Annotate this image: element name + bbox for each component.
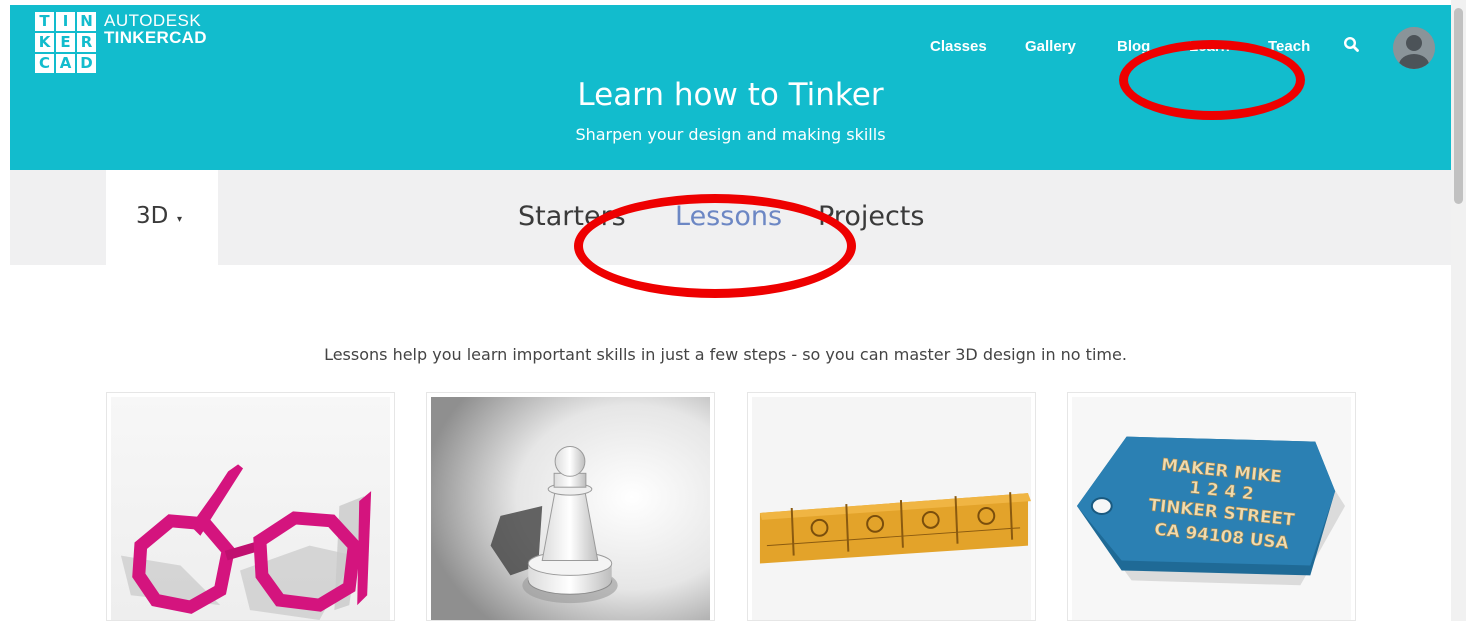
tinkercad-logo[interactable]: T I N K E R C A D AUTODESK TINKERCAD (35, 12, 207, 73)
logo-letter: C (35, 54, 54, 73)
lesson-thumbnail-glasses (111, 397, 390, 620)
lesson-thumbnail-nametag: MAKER MIKE 1 2 4 2 TINKER STREET CA 9410… (1072, 397, 1351, 620)
logo-letter: T (35, 12, 54, 31)
site-header: T I N K E R C A D AUTODESK TINKERCAD Cla… (10, 5, 1451, 170)
page-subtitle: Sharpen your design and making skills (575, 125, 886, 144)
page-scrollbar[interactable] (1451, 0, 1466, 621)
nav-item-blog[interactable]: Blog (1117, 38, 1150, 55)
category-label: 3D (136, 203, 169, 229)
logo-brand: AUTODESK (104, 11, 202, 30)
nav-item-classes[interactable]: Classes (930, 38, 987, 55)
lesson-thumbnail-ruler (752, 397, 1031, 620)
logo-product: TINKERCAD (104, 28, 207, 47)
page: T I N K E R C A D AUTODESK TINKERCAD Cla… (0, 0, 1466, 621)
logo-letter: K (35, 33, 54, 52)
logo-wordmark: AUTODESK TINKERCAD (104, 12, 207, 46)
logo-letter: E (56, 33, 75, 52)
nav-item-teach[interactable]: Teach (1268, 38, 1310, 55)
tab-projects[interactable]: Projects (818, 201, 924, 232)
left-margin (0, 0, 10, 621)
scrollbar-thumb[interactable] (1454, 8, 1463, 204)
lesson-card-nametag[interactable]: MAKER MIKE 1 2 4 2 TINKER STREET CA 9410… (1067, 392, 1356, 621)
lesson-card-pawn[interactable] (426, 392, 715, 621)
category-dropdown[interactable]: 3D ▾ (106, 170, 218, 265)
user-avatar[interactable] (1393, 27, 1435, 69)
learn-tabs-bar: 3D ▾ Starters Lessons Projects (10, 170, 1451, 265)
logo-letter: D (77, 54, 96, 73)
tab-starters[interactable]: Starters (518, 201, 626, 232)
lesson-card-glasses[interactable] (106, 392, 395, 621)
logo-letter: R (77, 33, 96, 52)
page-title: Learn how to Tinker (577, 77, 884, 113)
lesson-card-ruler[interactable] (747, 392, 1036, 621)
lesson-thumbnail-pawn (431, 397, 710, 620)
logo-grid: T I N K E R C A D (35, 12, 96, 73)
tab-lessons[interactable]: Lessons (675, 201, 782, 232)
search-icon[interactable] (1343, 36, 1361, 58)
logo-letter: I (56, 12, 75, 31)
lessons-intro-text: Lessons help you learn important skills … (324, 345, 1127, 364)
chevron-down-icon: ▾ (177, 214, 183, 225)
logo-letter: N (77, 12, 96, 31)
logo-letter: A (56, 54, 75, 73)
nav-item-gallery[interactable]: Gallery (1025, 38, 1076, 55)
nav-item-learn[interactable]: Learn (1189, 38, 1230, 55)
